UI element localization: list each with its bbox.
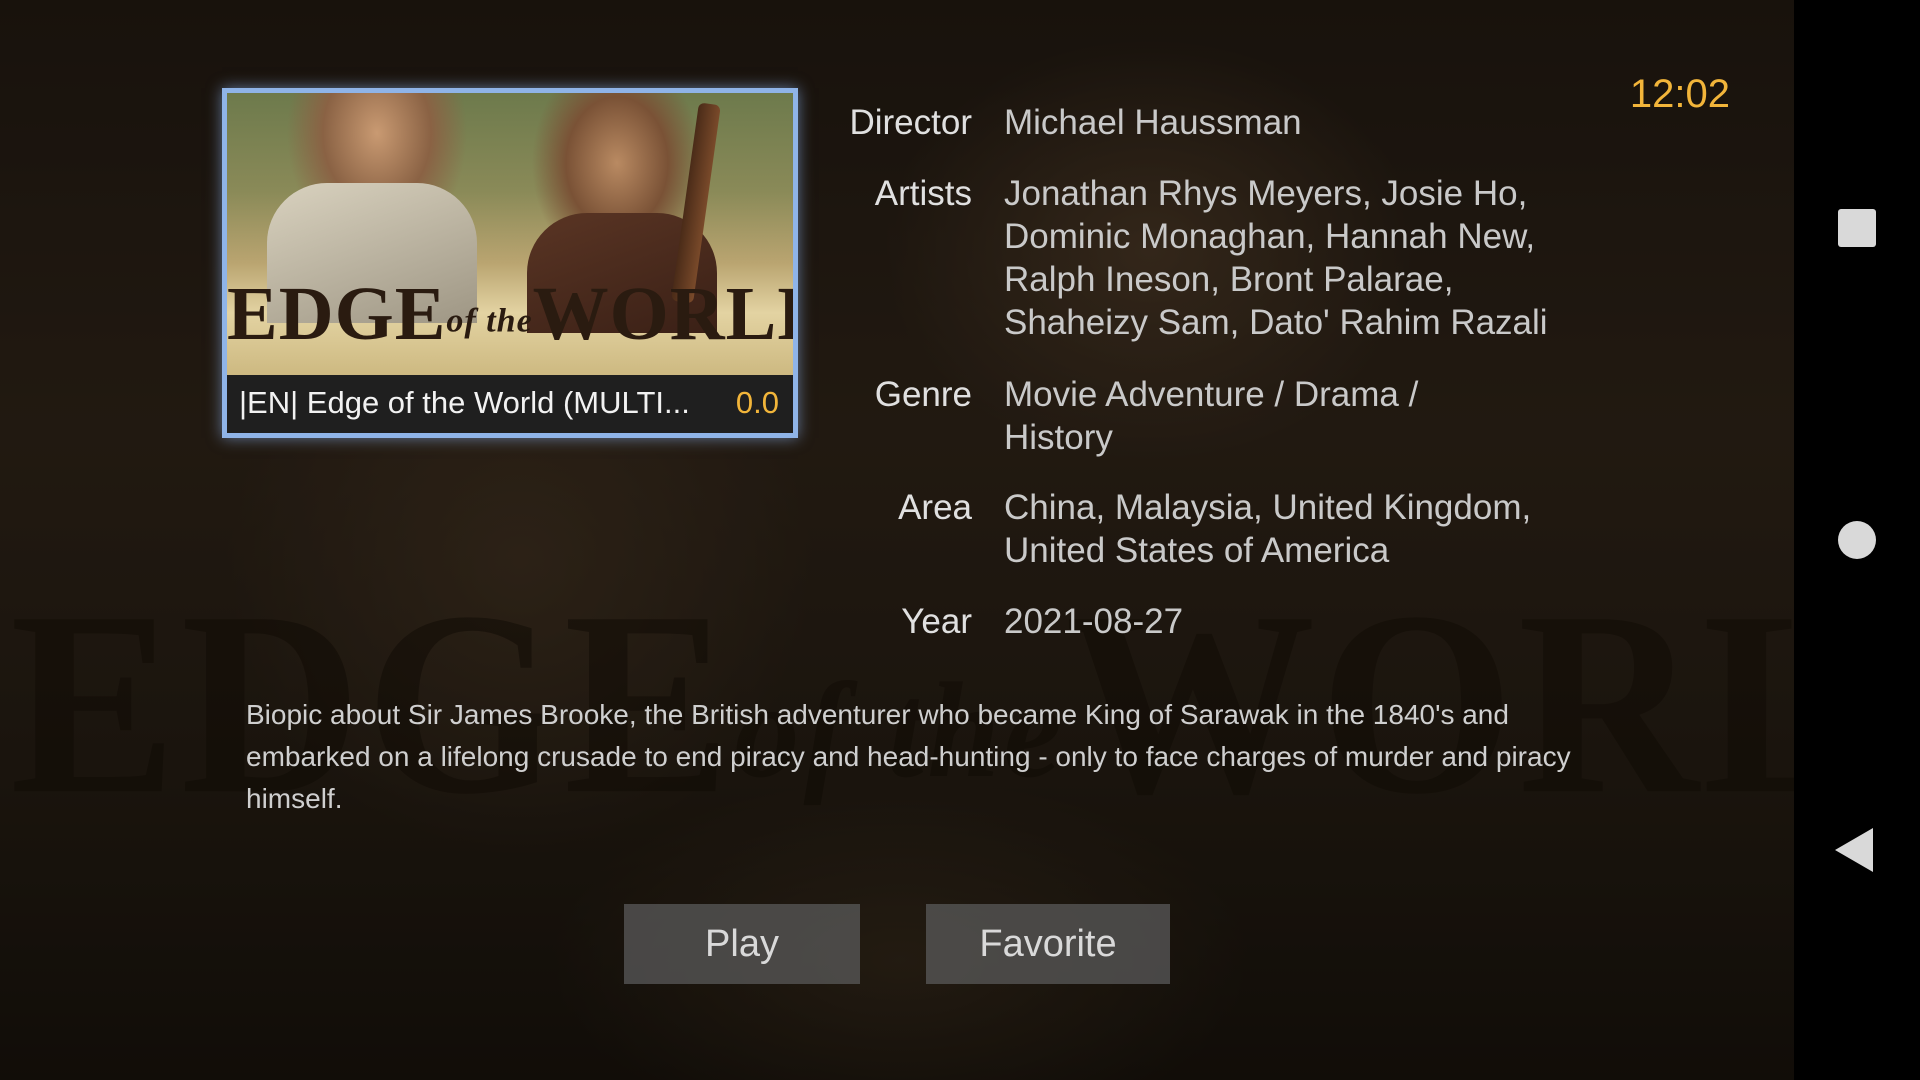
poster-image: EDGEof theWORLD (227, 93, 793, 375)
artists-label: Artists (874, 174, 972, 213)
movie-detail-screen: EDGEof theWORLD 12:02 EDGEof theWORLD |E… (0, 0, 1920, 1080)
favorite-button[interactable]: Favorite (926, 904, 1170, 984)
home-button[interactable] (1794, 480, 1920, 600)
poster-logo-small: of the (446, 302, 533, 340)
poster-card[interactable]: EDGEof theWORLD |EN| Edge of the World (… (222, 88, 798, 438)
year-value: 2021-08-27 (1004, 602, 1184, 641)
clock: 12:02 (1629, 72, 1730, 116)
genre-value: Movie Adventure / Drama / History (1004, 375, 1419, 457)
director-value: Michael Haussman (1004, 103, 1302, 142)
poster-caption: |EN| Edge of the World (MULTI... 0.0 (227, 375, 793, 433)
genre-label: Genre (874, 375, 972, 414)
poster-logo: EDGEof theWORLD (227, 269, 793, 367)
back-button[interactable] (1794, 790, 1920, 910)
artists-value: Jonathan Rhys Meyers, Josie Ho, Dominic … (1004, 174, 1548, 342)
system-navigation-bar (1794, 0, 1920, 1080)
director-label: Director (849, 103, 972, 142)
movie-description: Biopic about Sir James Brooke, the Briti… (246, 699, 1571, 814)
recents-button[interactable] (1794, 168, 1920, 288)
triangle-back-icon (1835, 828, 1873, 872)
play-button[interactable]: Play (624, 904, 860, 984)
poster-logo-part: EDGE (227, 272, 447, 356)
year-label: Year (901, 602, 972, 641)
poster-caption-title: |EN| Edge of the World (MULTI... (239, 385, 690, 420)
area-label: Area (898, 488, 972, 527)
square-icon (1838, 209, 1876, 247)
circle-icon (1838, 521, 1876, 559)
area-value: China, Malaysia, United Kingdom, United … (1004, 488, 1532, 570)
poster-logo-part: WORLD (532, 272, 793, 356)
